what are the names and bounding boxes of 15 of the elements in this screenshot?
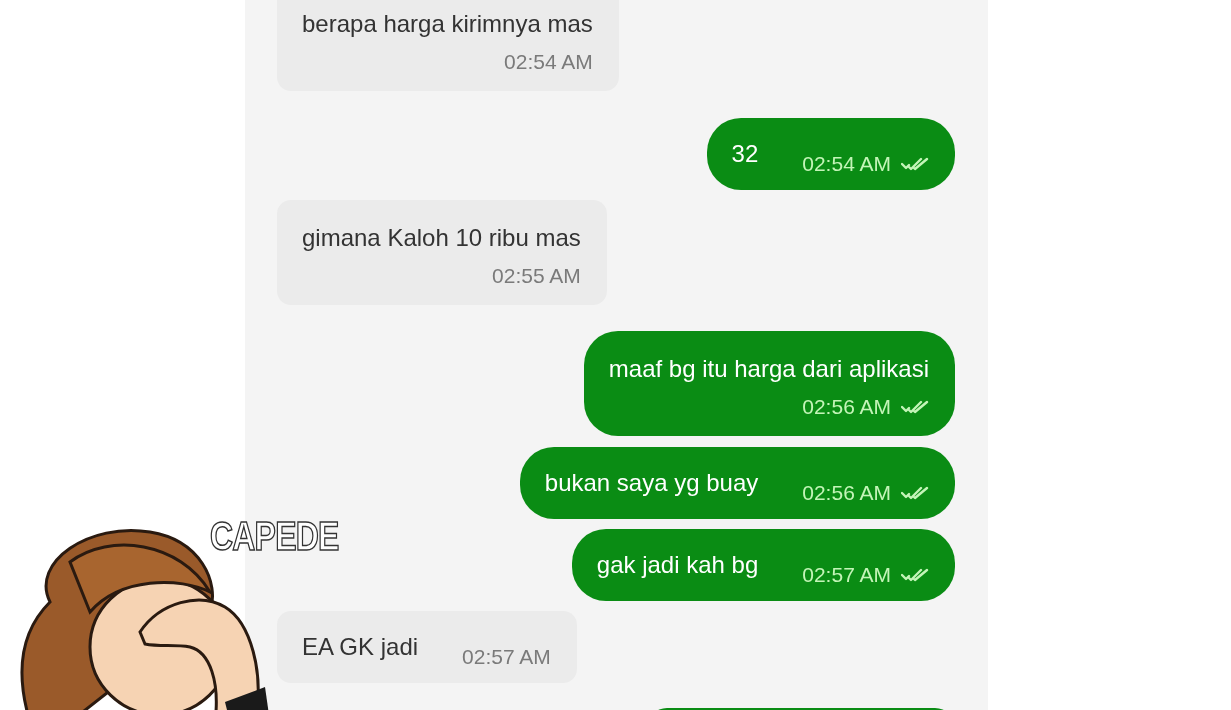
message-time: 02:57 AM: [802, 563, 891, 587]
message-time: 02:56 AM: [802, 395, 891, 419]
message-text: gimana Kaloh 10 ribu mas: [302, 224, 581, 252]
message-text: EA GK jadi: [302, 633, 419, 661]
sticker-caption: CAPEDE: [210, 514, 339, 559]
message-time: 02:56 AM: [802, 481, 891, 505]
message-time: 02:57 AM: [462, 645, 551, 669]
message-text: maaf bg itu harga dari aplikasi: [608, 355, 929, 383]
message-text: gak jadi kah bg: [596, 551, 759, 579]
message-time: 02:54 AM: [802, 152, 891, 176]
message-text: berapa harga kirimnya mas: [302, 10, 593, 38]
message-text: 32: [731, 140, 759, 168]
message-text: bukan saya yg buay: [544, 469, 759, 497]
message-time: 02:55 AM: [492, 264, 581, 288]
message-time: 02:54 AM: [504, 50, 593, 74]
